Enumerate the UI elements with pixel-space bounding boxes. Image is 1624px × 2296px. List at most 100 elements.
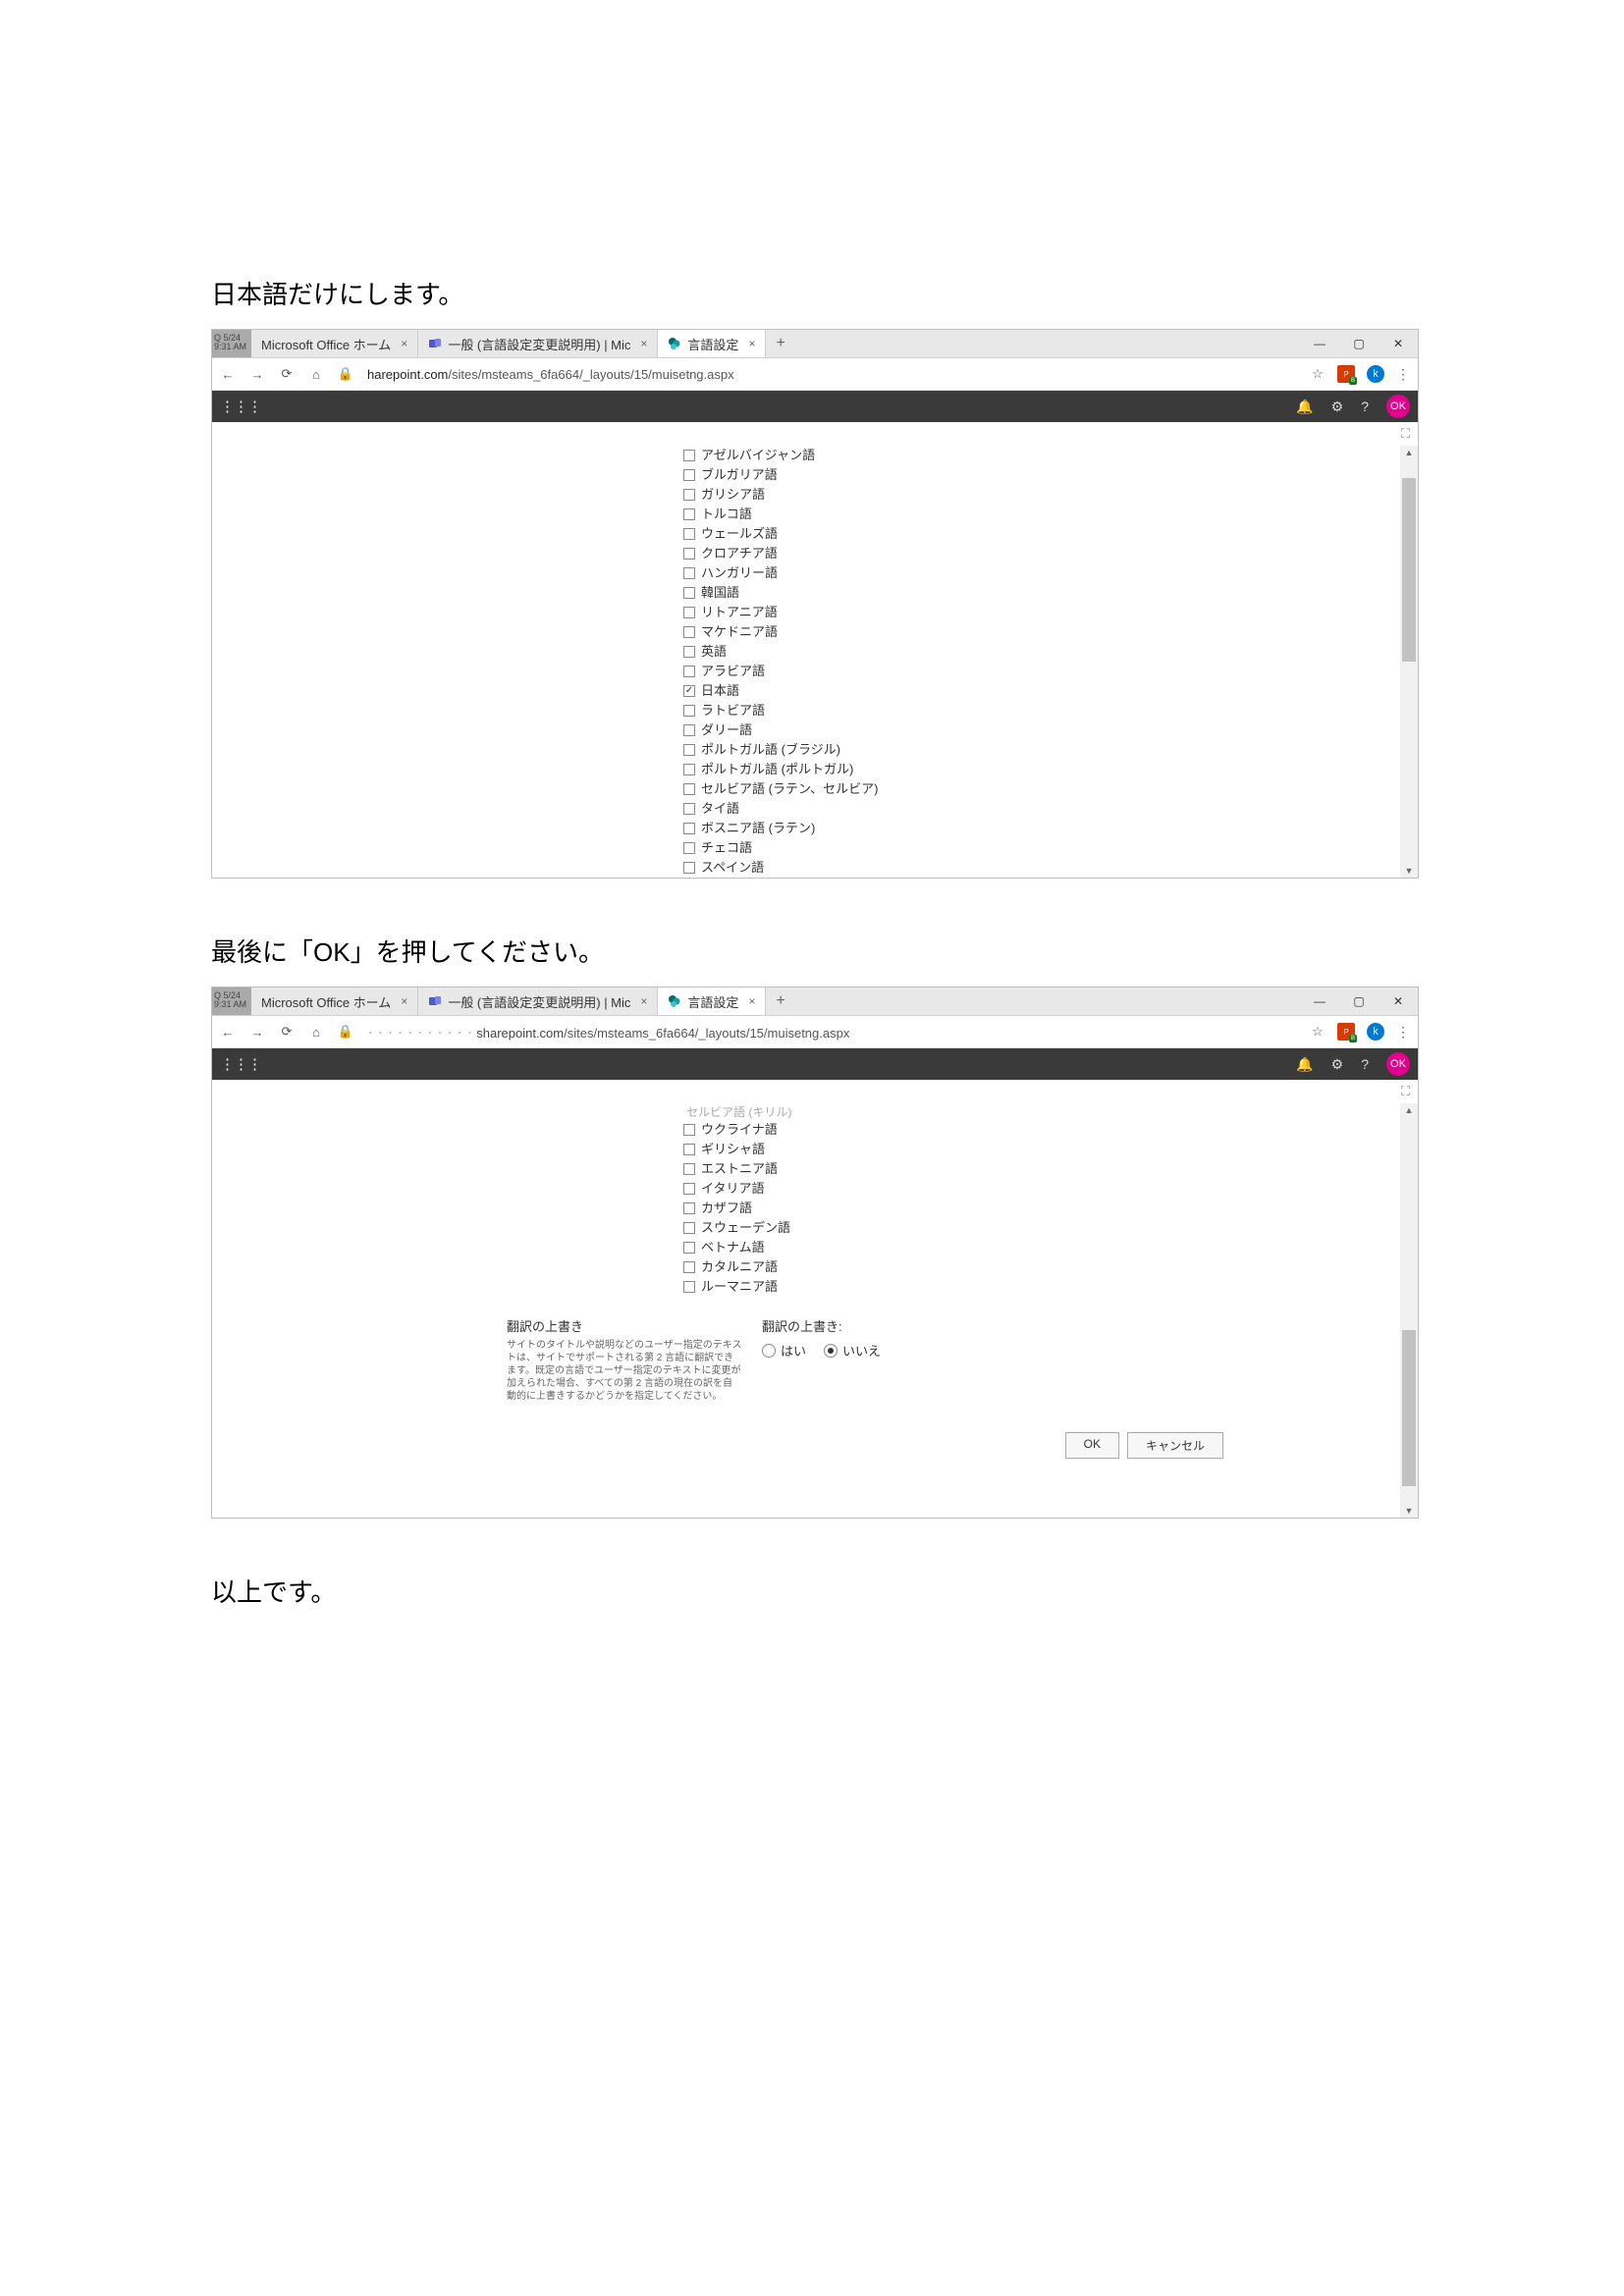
url-field[interactable]: harepoint.com/sites/msteams_6fa664/_layo… — [367, 367, 1296, 382]
language-option[interactable]: エストニア語 — [683, 1159, 1380, 1179]
checkbox-icon[interactable] — [683, 744, 695, 756]
star-icon[interactable]: ☆ — [1310, 366, 1326, 382]
checkbox-icon[interactable] — [683, 1183, 695, 1195]
checkbox-icon[interactable] — [683, 705, 695, 717]
language-option[interactable]: スウェーデン語 — [683, 1218, 1380, 1238]
scrollbar[interactable]: ▲ ▼ — [1400, 446, 1418, 878]
checkbox-icon[interactable] — [683, 607, 695, 618]
checkbox-icon[interactable] — [683, 1261, 695, 1273]
tab-office-home[interactable]: Microsoft Office ホーム × — [251, 330, 418, 357]
checkbox-icon[interactable] — [683, 783, 695, 795]
gear-icon[interactable]: ⚙ — [1331, 1056, 1344, 1073]
minimize-icon[interactable]: — — [1300, 337, 1339, 350]
checkbox-icon[interactable] — [683, 450, 695, 461]
checkbox-icon[interactable] — [683, 1281, 695, 1293]
reload-icon[interactable]: ⟳ — [279, 366, 295, 382]
language-option[interactable]: アラビア語 — [683, 662, 1380, 681]
scroll-up-icon[interactable]: ▲ — [1405, 1105, 1414, 1115]
user-badge[interactable]: OK — [1386, 395, 1410, 418]
language-option[interactable]: アゼルバイジャン語 — [683, 446, 1380, 465]
close-icon[interactable]: ✕ — [1379, 337, 1418, 350]
tab-language-settings[interactable]: 言語設定 × — [658, 988, 766, 1015]
gear-icon[interactable]: ⚙ — [1331, 399, 1344, 415]
close-icon[interactable]: × — [640, 994, 647, 1008]
cancel-button[interactable]: キャンセル — [1127, 1432, 1223, 1459]
close-icon[interactable]: × — [640, 337, 647, 350]
language-option[interactable]: 韓国語 — [683, 583, 1380, 603]
radio-yes[interactable]: はい — [762, 1341, 806, 1360]
tab-teams-general[interactable]: 一般 (言語設定変更説明用) | Mic × — [418, 330, 658, 357]
waffle-icon[interactable]: ⋮⋮⋮ — [220, 1055, 261, 1073]
language-option[interactable]: ラトビア語 — [683, 701, 1380, 721]
language-option[interactable]: ベトナム語 — [683, 1238, 1380, 1257]
checkbox-icon[interactable] — [683, 626, 695, 638]
radio-no[interactable]: いいえ — [824, 1341, 881, 1360]
checkbox-icon[interactable] — [683, 823, 695, 834]
language-option[interactable]: イタリア語 — [683, 1179, 1380, 1199]
language-option[interactable]: ギリシャ語 — [683, 1140, 1380, 1159]
checkbox-icon[interactable] — [683, 803, 695, 815]
checkbox-icon[interactable] — [683, 1144, 695, 1155]
language-option[interactable]: 英語 — [683, 642, 1380, 662]
avatar[interactable]: k — [1367, 1023, 1384, 1041]
bell-icon[interactable]: 🔔 — [1296, 1056, 1313, 1073]
forward-icon[interactable]: → — [249, 367, 265, 382]
tab-language-settings[interactable]: 言語設定 × — [658, 330, 766, 357]
home-icon[interactable]: ⌂ — [308, 1025, 324, 1040]
checkbox-icon[interactable] — [683, 1202, 695, 1214]
language-option[interactable]: ポルトガル語 (ポルトガル) — [683, 760, 1380, 779]
language-option[interactable]: リトアニア語 — [683, 603, 1380, 622]
scroll-thumb[interactable] — [1402, 478, 1416, 662]
language-option[interactable]: カタルニア語 — [683, 1257, 1380, 1277]
close-icon[interactable]: × — [748, 994, 755, 1008]
scrollbar[interactable]: ▲ ▼ — [1400, 1103, 1418, 1518]
checkbox-icon[interactable] — [683, 1222, 695, 1234]
language-option[interactable]: ウクライナ語 — [683, 1120, 1380, 1140]
help-icon[interactable]: ? — [1361, 1056, 1369, 1072]
home-icon[interactable]: ⌂ — [308, 367, 324, 382]
url-field[interactable]: ･ ･ ･ ･ ･ ･ ･ ･ ･ ･ ･ sharepoint.com/sit… — [367, 1023, 1296, 1041]
language-option[interactable]: チェコ語 — [683, 838, 1380, 858]
checkbox-icon[interactable] — [683, 1163, 695, 1175]
waffle-icon[interactable]: ⋮⋮⋮ — [220, 398, 261, 415]
checkbox-icon[interactable] — [683, 508, 695, 520]
language-option[interactable]: クロアチア語 — [683, 544, 1380, 563]
ok-button[interactable]: OK — [1065, 1432, 1119, 1459]
checkbox-icon[interactable] — [683, 764, 695, 775]
language-option[interactable]: タイ語 — [683, 799, 1380, 819]
tab-teams-general[interactable]: 一般 (言語設定変更説明用) | Mic × — [418, 988, 658, 1015]
scroll-up-icon[interactable]: ▲ — [1405, 448, 1414, 457]
forward-icon[interactable]: → — [249, 1025, 265, 1040]
checkbox-icon[interactable] — [683, 685, 695, 697]
language-option[interactable]: ルーマニア語 — [683, 1277, 1380, 1297]
star-icon[interactable]: ☆ — [1310, 1024, 1326, 1040]
extension-icon[interactable]: PB — [1337, 365, 1355, 383]
expand-icon[interactable]: ⛶ — [1401, 1084, 1410, 1099]
bell-icon[interactable]: 🔔 — [1296, 399, 1313, 415]
checkbox-icon[interactable] — [683, 646, 695, 658]
checkbox-icon[interactable] — [683, 862, 695, 874]
back-icon[interactable]: ← — [220, 367, 236, 382]
scroll-thumb[interactable] — [1402, 1330, 1416, 1486]
checkbox-icon[interactable] — [683, 1242, 695, 1254]
scroll-down-icon[interactable]: ▼ — [1405, 1506, 1414, 1516]
language-option[interactable]: トルコ語 — [683, 505, 1380, 524]
close-icon[interactable]: × — [748, 337, 755, 350]
checkbox-icon[interactable] — [683, 1124, 695, 1136]
language-option[interactable]: ポルトガル語 (ブラジル) — [683, 740, 1380, 760]
close-icon[interactable]: × — [401, 337, 407, 350]
checkbox-icon[interactable] — [683, 587, 695, 599]
language-option[interactable]: ガリシア語 — [683, 485, 1380, 505]
reload-icon[interactable]: ⟳ — [279, 1024, 295, 1040]
user-badge[interactable]: OK — [1386, 1052, 1410, 1076]
language-option[interactable]: ダリー語 — [683, 721, 1380, 740]
close-icon[interactable]: ✕ — [1379, 994, 1418, 1008]
language-option[interactable]: カザフ語 — [683, 1199, 1380, 1218]
checkbox-icon[interactable] — [683, 842, 695, 854]
language-option[interactable]: ハンガリー語 — [683, 563, 1380, 583]
expand-icon[interactable]: ⛶ — [1401, 426, 1410, 442]
maximize-icon[interactable]: ▢ — [1339, 994, 1379, 1008]
checkbox-icon[interactable] — [683, 528, 695, 540]
close-icon[interactable]: × — [401, 994, 407, 1008]
language-option[interactable]: スペイン語 — [683, 858, 1380, 878]
